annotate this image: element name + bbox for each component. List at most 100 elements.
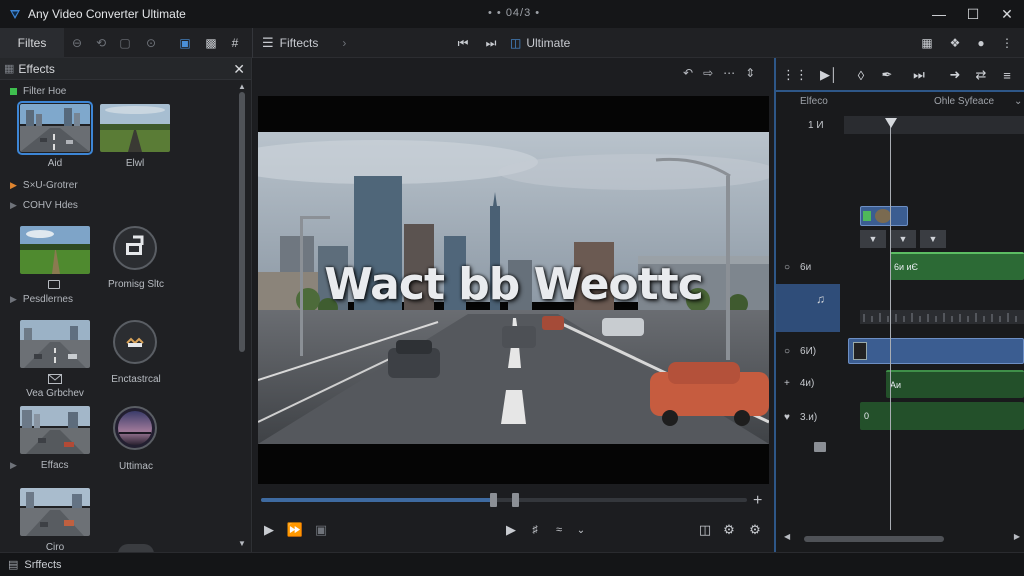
- section-cohv-hdes[interactable]: ▶ COHV Hdes: [10, 200, 78, 211]
- scroll-left-icon[interactable]: ◀: [784, 532, 790, 541]
- shield-icon[interactable]: ▼: [890, 230, 916, 248]
- move-left-icon[interactable]: ↶: [683, 66, 693, 80]
- split-icon[interactable]: ◊: [852, 66, 870, 84]
- sunset-round-icon[interactable]: [113, 406, 157, 450]
- skip-next-icon[interactable]: ⏭: [910, 66, 928, 84]
- scroll-up-icon[interactable]: ▲: [238, 82, 246, 91]
- align-icon[interactable]: ≡: [998, 66, 1016, 84]
- playhead-line[interactable]: [890, 118, 891, 530]
- playhead-marker[interactable]: [885, 118, 897, 128]
- volume-icon[interactable]: ♯: [525, 520, 545, 540]
- effects-panel-title: Effects: [18, 61, 55, 76]
- pin-icon[interactable]: ❖: [946, 34, 964, 52]
- camera-icon[interactable]: ▣: [311, 520, 331, 540]
- grip-icon[interactable]: ⋮⋮: [782, 66, 808, 84]
- frame-icon[interactable]: ▩: [202, 34, 220, 52]
- play-small-icon[interactable]: ⇨: [703, 66, 713, 80]
- transition-round-icon[interactable]: [113, 226, 157, 270]
- thumbnail-green-field[interactable]: [20, 226, 90, 274]
- more-vertical-icon[interactable]: ⋮: [998, 34, 1016, 52]
- section-filter-hoe[interactable]: Filter Hoe: [10, 86, 66, 97]
- circle-icon: ○: [784, 261, 791, 273]
- status-effects-tab[interactable]: ▤ Srffects: [8, 558, 62, 572]
- timeline-panel: ⋮⋮ ▶│ ◊ ✒ ⏭ ➜ ⇄ ≡ Elfeco Ohle Syfeace ⌄ …: [774, 58, 1024, 552]
- track-row-2[interactable]: ○ 6И): [776, 338, 842, 364]
- scroll-right-icon[interactable]: ▶: [1014, 532, 1020, 541]
- minimize-button[interactable]: —: [922, 0, 956, 28]
- brush-icon[interactable]: ✒: [878, 66, 896, 84]
- settings-dot-icon[interactable]: ⊙: [142, 34, 160, 52]
- timeline-scroll-thumb[interactable]: [804, 536, 944, 542]
- seek-bar[interactable]: [261, 493, 747, 507]
- section-effacs[interactable]: ▶ Effacs: [10, 460, 69, 471]
- tab-filters[interactable]: Filtes: [0, 28, 64, 58]
- skip-back-icon[interactable]: ⏮: [454, 34, 472, 52]
- dotted-line-icon[interactable]: ⋯: [723, 66, 735, 80]
- play-step-icon[interactable]: ▶│: [820, 66, 838, 84]
- cut-icon[interactable]: ➜: [946, 66, 964, 84]
- scroll-thumb[interactable]: [239, 92, 245, 352]
- thumbnail-label: Vea Grbchev: [26, 388, 84, 399]
- timeline-label-right[interactable]: Ohle Syfeace: [934, 96, 994, 107]
- timeline-accent-line: [776, 90, 1024, 92]
- section-pesdlernes[interactable]: ▶ Pesdlernes: [10, 294, 73, 305]
- columns-icon[interactable]: ▦: [918, 34, 936, 52]
- timeline-clip-blue[interactable]: [848, 338, 1024, 364]
- ultimate-tab[interactable]: ◫ Ultimate: [510, 36, 570, 50]
- track-label: 3.и): [799, 411, 818, 423]
- timeline-clip-green-3[interactable]: 0: [860, 402, 1024, 430]
- badge-icon[interactable]: ▼: [920, 230, 946, 248]
- close-panel-icon[interactable]: ✕: [233, 61, 245, 78]
- thumbnail-field-road[interactable]: [100, 104, 170, 152]
- effects-scrollbar[interactable]: ▲ ▼: [238, 82, 246, 548]
- thumbnail-city-street[interactable]: [20, 406, 90, 454]
- timeline-clip-green-2[interactable]: Аи: [886, 370, 1024, 398]
- play-center-icon[interactable]: ▶: [501, 520, 521, 540]
- maximize-button[interactable]: ☐: [956, 0, 990, 28]
- music-track-header[interactable]: ♫: [776, 284, 840, 332]
- play-icon[interactable]: ▶: [259, 520, 279, 540]
- section-sxu-grotrer[interactable]: ▶ S×U-Grotrer: [10, 180, 78, 191]
- thumbnail-city-road[interactable]: [17, 101, 93, 155]
- fast-forward-icon[interactable]: ⏩: [285, 520, 305, 540]
- location-icon[interactable]: ●: [972, 34, 990, 52]
- resize-vertical-icon[interactable]: ⇕: [745, 66, 755, 80]
- grid-icon[interactable]: #: [226, 34, 244, 52]
- thumbnail-label: Uttimac: [119, 461, 153, 472]
- circle-minus-icon[interactable]: ⊖: [68, 34, 86, 52]
- scroll-down-icon[interactable]: ▼: [238, 539, 246, 548]
- overlay-round-icon[interactable]: [113, 320, 157, 364]
- track-row-1[interactable]: ○ 6и: [776, 254, 842, 280]
- checkbox-icon[interactable]: [48, 280, 60, 289]
- filter-icon[interactable]: ▼: [860, 230, 886, 248]
- message-icon[interactable]: [814, 442, 826, 452]
- status-label: Srffects: [24, 558, 62, 571]
- track-row-3[interactable]: + 4и): [776, 370, 842, 396]
- speed-icon[interactable]: ≈: [549, 520, 569, 540]
- thumbnail-highway[interactable]: [20, 320, 90, 368]
- seek-handle-start[interactable]: [490, 493, 498, 507]
- chevron-down-icon[interactable]: ⌄: [571, 520, 591, 540]
- skip-forward-icon[interactable]: ⏭: [482, 34, 500, 52]
- track-row-4[interactable]: ♥ 3.и): [776, 404, 842, 430]
- rotate-icon[interactable]: ⟲: [92, 34, 110, 52]
- timeline-ruler[interactable]: [844, 116, 1024, 134]
- video-player[interactable]: Wact bb Weottc: [258, 96, 769, 484]
- layers-icon[interactable]: ▣: [176, 34, 194, 52]
- snapshot-icon[interactable]: ◫: [695, 520, 715, 540]
- settings-icon[interactable]: ⚙: [719, 520, 739, 540]
- chevron-down-icon[interactable]: ⌄: [1014, 96, 1022, 107]
- seek-handle-end[interactable]: [512, 493, 520, 507]
- gear-icon[interactable]: ⚙: [745, 520, 765, 540]
- effects-tab[interactable]: ☰ Fiftects ›: [262, 35, 346, 51]
- add-marker-icon[interactable]: +: [753, 492, 762, 510]
- trim-icon[interactable]: ⇄: [972, 66, 990, 84]
- ultimate-tab-label: Ultimate: [526, 36, 571, 50]
- timeline-clip-green[interactable]: 6и иЄ: [890, 252, 1024, 280]
- chevron-right-icon: ›: [342, 36, 347, 50]
- thumbnail-traffic[interactable]: [20, 488, 90, 536]
- crop-icon[interactable]: ▢: [116, 34, 134, 52]
- timeline-media-clip[interactable]: [860, 206, 908, 226]
- close-window-button[interactable]: ✕: [990, 0, 1024, 28]
- timeline-horizontal-scrollbar[interactable]: ◀ ▶: [784, 532, 1020, 544]
